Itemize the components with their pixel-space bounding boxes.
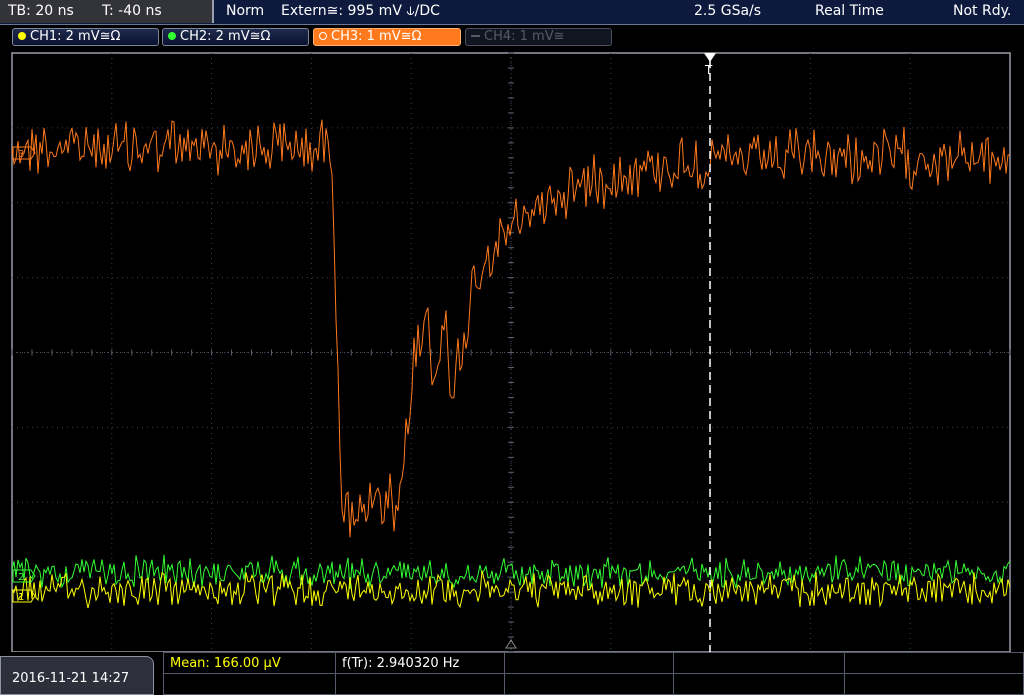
- acquisition-mode-label[interactable]: Real Time: [815, 0, 884, 23]
- channel-2-button[interactable]: CH2: 2 mV≅Ω: [162, 28, 309, 46]
- timebase-panel[interactable]: TB: 20 ns T: -40 ns: [0, 0, 214, 23]
- measurement-frequency[interactable]: f(Tr): 2.940320 Hz: [335, 652, 505, 695]
- channel-3-label: CH3: 1 mV≅Ω: [331, 29, 422, 44]
- datetime-label: 2016-11-21 14:27: [12, 671, 130, 686]
- trigger-offset-label[interactable]: T: -40 ns: [102, 0, 162, 23]
- trigger-position-icon[interactable]: [704, 53, 716, 62]
- channel-2-color-icon: [168, 32, 176, 40]
- trigger-source-label[interactable]: Extern≅: 995 mV ⫝/DC: [281, 0, 440, 23]
- channel-2-marker-label: 2: [18, 572, 24, 583]
- channel-3-button[interactable]: CH3: 1 mV≅Ω: [313, 28, 461, 46]
- measurement-slot-3[interactable]: [504, 652, 674, 695]
- channel-3-color-icon: [319, 32, 327, 40]
- bottom-bar: 2016-11-21 14:27 Mean: 166.00 μV f(Tr): …: [0, 652, 1024, 695]
- channel-1-label: CH1: 2 mV≅Ω: [30, 29, 121, 44]
- measurement-mean[interactable]: Mean: 166.00 μV: [163, 652, 336, 695]
- datetime-box: 2016-11-21 14:27: [0, 656, 154, 695]
- measurement-mean-label: Mean: 166.00 μV: [170, 656, 281, 671]
- trigger-position-marker: T: [704, 63, 713, 77]
- channel-3-marker-label: 3: [18, 149, 24, 160]
- top-status-bar: TB: 20 ns T: -40 ns Norm Extern≅: 995 mV…: [0, 0, 1024, 25]
- measurement-slot-4[interactable]: [673, 652, 845, 695]
- measurement-slot-5[interactable]: [844, 652, 1024, 695]
- channel-4-off-icon: [471, 35, 480, 37]
- channel-1-color-icon: [18, 32, 26, 40]
- channel-1-button[interactable]: CH1: 2 mV≅Ω: [12, 28, 159, 46]
- sample-rate-label[interactable]: 2.5 GSa/s: [694, 0, 761, 23]
- channel-1-marker-label: 1: [18, 592, 24, 603]
- channel-2-label: CH2: 2 mV≅Ω: [180, 29, 271, 44]
- trigger-mode-label[interactable]: Norm: [226, 0, 264, 23]
- waveform-display[interactable]: T 3 2 1: [0, 50, 1024, 652]
- channel-4-label: CH4: 1 mV≅: [484, 29, 565, 44]
- channel-4-button[interactable]: CH4: 1 mV≅: [465, 28, 612, 46]
- measurement-frequency-label: f(Tr): 2.940320 Hz: [342, 656, 460, 671]
- trigger-status-label: Not Rdy.: [953, 3, 1012, 19]
- timebase-label[interactable]: TB: 20 ns: [8, 0, 74, 23]
- channel-bar: CH1: 2 mV≅Ω CH2: 2 mV≅Ω CH3: 1 mV≅Ω CH4:…: [0, 25, 1024, 49]
